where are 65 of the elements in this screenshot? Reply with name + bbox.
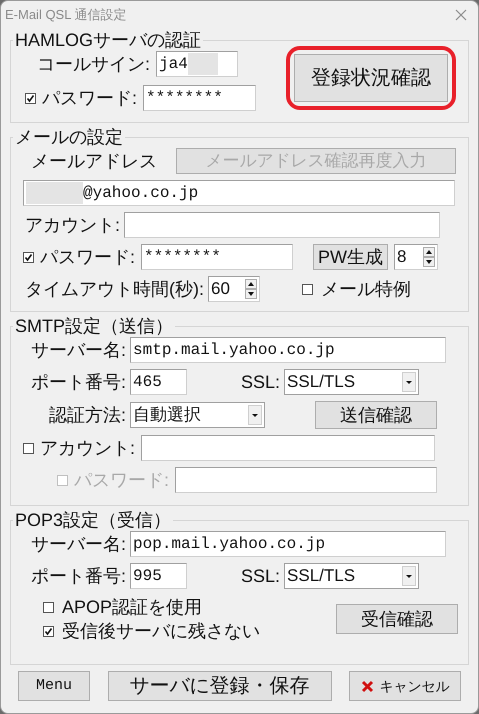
dropdown-value: 自動選択 [133,404,202,426]
field-label: 認証方法: [49,404,126,427]
field-label: サーバー名: [31,533,126,556]
port-field[interactable]: 995 [130,563,188,589]
group-title: メールの設定 [14,126,124,148]
checkbox[interactable] [23,252,34,262]
field-label: パスワード: [40,246,136,269]
spin-arrows-icon[interactable] [423,247,436,267]
field-value: @yahoo.co.jp [83,183,198,204]
field-label: メール特例 [321,278,411,301]
server-field[interactable]: pop.mail.yahoo.co.jp [130,531,446,557]
field-label: タイムアウト時間(秒): [25,278,204,301]
port-field[interactable]: 465 [130,369,188,395]
button[interactable]: Menu [18,671,90,701]
spin-box[interactable]: 8 [394,244,438,270]
field-label: パスワード: [74,469,170,492]
redaction-block [26,182,83,204]
spin-arrows-icon[interactable] [245,279,257,299]
field-label: SSL: [241,371,280,394]
account-field[interactable] [141,435,436,461]
dropdown[interactable]: 自動選択 [130,402,266,428]
field-label: ポート番号: [31,371,126,394]
group-title: POP3設定（受信） [14,509,172,531]
password-field[interactable]: ******** [141,244,294,270]
spin-value: 60 [211,278,230,300]
input-field[interactable]: ja4 [156,51,238,77]
window-title: E-Mail QSL 通信設定 [5,6,127,24]
button[interactable]: 受信確認 [336,604,458,634]
field-label: アカウント: [40,437,136,460]
checkbox[interactable] [43,626,54,636]
dropdown-value: SSL/TLS [287,565,356,588]
checkbox[interactable] [23,442,34,454]
dropdown[interactable]: SSL/TLS [284,563,420,589]
field-label: APOP認証を使用 [62,596,202,619]
redaction-block [188,53,218,75]
checkbox[interactable] [43,602,54,612]
group-title: HAMLOGサーバの認証 [14,29,202,51]
button[interactable]: 送信確認 [315,401,438,429]
field-label: SSL: [241,565,280,588]
field-label: メールアドレス [31,150,157,173]
field-label: 受信後サーバに残さない [62,620,260,643]
checkbox[interactable] [25,92,36,104]
field-value: ja4 [159,54,188,75]
field-label: パスワード: [42,87,138,110]
dropdown-value: SSL/TLS [287,371,356,394]
group-title: SMTP設定（送信） [14,315,174,337]
field-label: ポート番号: [31,565,126,588]
account-field[interactable] [124,212,440,238]
spin-box[interactable]: 60 [208,276,260,302]
server-field[interactable]: smtp.mail.yahoo.co.jp [130,337,446,363]
checkbox[interactable] [302,284,313,294]
password-field[interactable] [175,467,438,493]
close-icon[interactable] [454,8,468,22]
spin-value: 8 [397,246,406,268]
field-label: サーバー名: [31,339,126,362]
button[interactable]: サーバに登録・保存 [108,671,332,701]
field-label: アカウント: [25,214,120,237]
password-field[interactable]: ******** [143,85,256,111]
dropdown[interactable]: SSL/TLS [284,369,420,395]
button[interactable]: 登録状況確認 [294,54,448,102]
cancel-button[interactable]: キャンセル [349,671,461,701]
cross-icon [360,680,374,692]
field-label: コールサイン: [37,53,150,76]
email-field[interactable]: @yahoo.co.jp [23,180,455,206]
button[interactable]: PW生成 [313,244,388,270]
